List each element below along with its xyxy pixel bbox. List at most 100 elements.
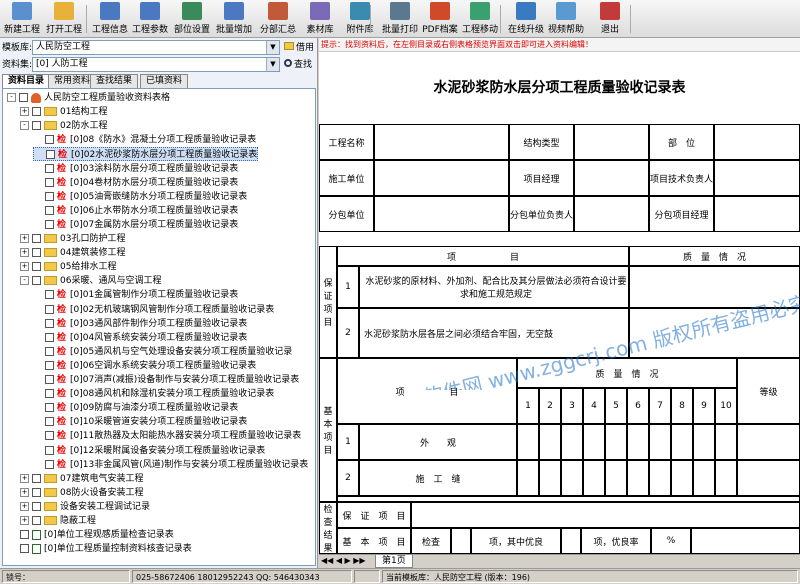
tree-item[interactable]: 检 [0]07金属防水层分项工程质量验收记录表 (33, 218, 238, 232)
checkbox[interactable] (45, 332, 54, 342)
checkbox[interactable] (45, 403, 54, 413)
checkbox[interactable] (32, 248, 41, 258)
checkbox[interactable] (32, 516, 41, 525)
expand-toggle-icon[interactable]: + (20, 516, 29, 525)
expand-toggle-icon[interactable]: - (20, 121, 29, 131)
checkbox[interactable] (45, 219, 54, 229)
checkbox[interactable] (45, 431, 54, 441)
expand-toggle-icon[interactable]: + (20, 248, 29, 258)
tree-item[interactable]: +05给排水工程 (20, 260, 116, 274)
dataset-select[interactable]: [0] 人防工程 ▼ (32, 57, 280, 72)
tree-item[interactable]: +07建筑电气安装工程 (20, 472, 143, 486)
tab-filled[interactable]: 已填资料 (140, 74, 189, 88)
tree-item[interactable]: 检 [0]13非金属风管(风道)制作与安装分项工程质量验收记录表 (33, 458, 308, 472)
checkbox[interactable] (32, 473, 41, 483)
checkbox[interactable] (32, 234, 41, 243)
checkbox[interactable] (20, 544, 29, 554)
checkbox[interactable] (45, 417, 54, 427)
tree-item[interactable]: [0]单位工程质量控制资料核查记录表 (20, 542, 192, 556)
find-button[interactable]: 查找 (284, 57, 312, 73)
tree-item[interactable]: 检 [0]08通风机和除湿机安装分项工程质量验收记录表 (33, 387, 274, 401)
checkbox[interactable] (32, 487, 41, 497)
exit-button[interactable]: 退出 (590, 2, 630, 36)
checkbox[interactable] (45, 445, 54, 455)
checkbox[interactable] (45, 346, 54, 356)
tree-item[interactable]: 检 [0]02无机玻璃钢风管制作分项工程质量验收记录表 (33, 303, 274, 317)
sheet-tab[interactable]: 第1页 (375, 555, 413, 568)
video-help-button[interactable]: 视频帮助 (546, 2, 586, 36)
checkbox[interactable] (32, 276, 41, 286)
expand-toggle-icon[interactable]: + (20, 262, 29, 272)
template-select[interactable]: 人民防空工程 ▼ (32, 40, 280, 55)
batch-add-button[interactable]: 批量增加 (214, 2, 254, 36)
project-info-button[interactable]: 工程信息 (90, 2, 130, 36)
batch-print-button[interactable]: 批量打印 (380, 2, 420, 36)
expand-toggle-icon[interactable]: + (20, 234, 29, 243)
checkbox[interactable] (45, 459, 54, 469)
checkbox[interactable] (45, 177, 54, 187)
tree-item[interactable]: - 人民防空工程质量验收资料表格 (7, 91, 170, 105)
checkbox[interactable] (45, 290, 54, 300)
checkbox[interactable] (45, 135, 54, 145)
tree-item[interactable]: 检 [0]09防腐与油漆分项工程质量验收记录表 (33, 401, 238, 415)
tab-search-results[interactable]: 查找结果 (90, 74, 139, 88)
tree-item[interactable]: +03孔口防护工程 (20, 232, 125, 246)
checkbox[interactable] (20, 530, 29, 540)
pdf-archive-button[interactable]: PDF档案 (420, 2, 460, 36)
tree-item[interactable]: 检 [0]12采暖附属设备安装分项工程质量验收记录表 (33, 444, 265, 458)
checkbox[interactable] (45, 304, 54, 314)
material-library-button[interactable]: 素材库 (300, 2, 340, 36)
expand-toggle-icon[interactable]: - (7, 93, 16, 102)
tree-item[interactable]: 检 [0]03通风部件制作分项工程质量验收记录表 (33, 317, 247, 331)
tree-item[interactable]: - 06采暖、通风与空调工程 (20, 274, 161, 288)
checkbox[interactable] (45, 375, 54, 384)
checkbox[interactable] (19, 93, 28, 102)
tree-item[interactable]: +08防火设备安装工程 (20, 486, 143, 500)
sheet-nav-arrows[interactable]: ◀◀ ◀ ▶ ▶▶ (321, 556, 366, 565)
checkbox[interactable] (45, 360, 54, 370)
catalog-tree[interactable]: - 人民防空工程质量验收资料表格 +01结构工程 -02防水工程检 [0]08《防水》混… (2, 88, 316, 566)
tree-item[interactable]: +04建筑装修工程 (20, 246, 125, 260)
chevron-down-icon[interactable]: ▼ (266, 41, 279, 54)
checkbox[interactable] (45, 318, 54, 328)
division-summary-button[interactable]: 分部汇总 (258, 2, 298, 36)
tree-item[interactable]: 检 [0]06空调水系统安装分项工程质量验收记录表 (33, 359, 256, 373)
checkbox[interactable] (45, 191, 54, 201)
online-upgrade-button[interactable]: 在线升级 (506, 2, 546, 36)
project-params-button[interactable]: 工程参数 (130, 2, 170, 36)
checkbox[interactable] (45, 389, 54, 399)
tree-item[interactable]: [0]单位工程观感质量检查记录表 (20, 528, 174, 542)
tree-item[interactable]: +01结构工程 (20, 105, 107, 119)
tree-item[interactable]: 检 [0]05通风机与空气处理设备安装分项工程质量验收记录 (33, 345, 292, 359)
chevron-down-icon[interactable]: ▼ (266, 58, 279, 71)
tree-item[interactable]: 检 [0]03涂料防水层分项工程质量验收记录表 (33, 162, 238, 176)
borrow-button[interactable]: 借用 (284, 40, 314, 56)
form-preview[interactable]: 水泥砂浆防水层分项工程质量验收记录表 工程名称 结构类型 部 位施工单位 项目经理 项目… (319, 52, 800, 554)
tree-item[interactable]: 检 [0]05油膏嵌缝防水分项工程质量验收记录表 (33, 190, 247, 204)
expand-toggle-icon[interactable]: - (20, 276, 29, 286)
tree-item[interactable]: + 隐蔽工程 (20, 514, 96, 528)
attachment-library-button[interactable]: 附件库 (340, 2, 380, 36)
checkbox[interactable] (46, 150, 55, 160)
tree-item[interactable]: 检 [0]02水泥砂浆防水层分项工程质量验收记录表 (33, 147, 259, 162)
tab-catalog[interactable]: 资料目录 (2, 74, 51, 88)
tree-item[interactable]: 检 [0]07消声(减振)设备制作与安装分项工程质量验收记录表 (33, 373, 299, 387)
checkbox[interactable] (45, 163, 54, 173)
tree-item[interactable]: 检 [0]08《防水》混凝土分项工程质量验收记录表 (33, 133, 256, 147)
tree-item[interactable]: 检 [0]04卷材防水层分项工程质量验收记录表 (33, 176, 238, 190)
tree-item[interactable]: 检 [0]04风管系统安装分项工程质量验收记录表 (33, 331, 247, 345)
part-settings-button[interactable]: 部位设置 (172, 2, 212, 36)
tree-item[interactable]: 检 [0]10采暖管道安装分项工程质量验收记录表 (33, 415, 247, 429)
tree-item[interactable]: + 设备安装工程调试记录 (20, 500, 150, 514)
new-project-button[interactable]: 新建工程 (2, 2, 42, 36)
checkbox[interactable] (32, 262, 41, 272)
tab-common[interactable]: 常用资料 (48, 74, 97, 88)
tree-item[interactable]: 检 [0]11散热器及太阳能热水器安装分项工程质量验收记录表 (33, 429, 301, 443)
tree-item[interactable]: 检 [0]01金属管制作分项工程质量验收记录表 (33, 288, 238, 302)
project-move-button[interactable]: 工程移动 (460, 2, 500, 36)
checkbox[interactable] (45, 205, 54, 215)
expand-toggle-icon[interactable]: + (20, 107, 29, 117)
checkbox[interactable] (32, 501, 41, 511)
expand-toggle-icon[interactable]: + (20, 473, 29, 483)
expand-toggle-icon[interactable]: + (20, 487, 29, 497)
